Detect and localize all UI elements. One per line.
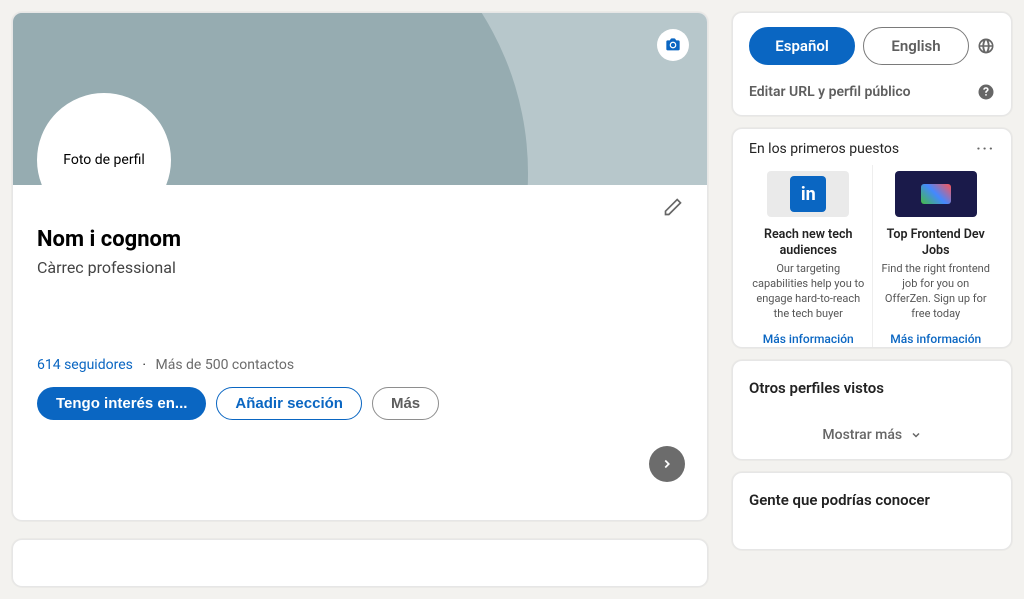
promo-desc: Our targeting capabilities help you to e… (751, 262, 866, 321)
edit-cover-button[interactable] (657, 29, 689, 61)
promo-title: Reach new tech audiences (751, 227, 866, 258)
profile-card: Foto de perfil Nom i cognom Càrrec profe… (12, 12, 708, 521)
promo-link[interactable]: Más información (890, 332, 981, 348)
lang-en-pill[interactable]: English (863, 27, 969, 65)
interest-button[interactable]: Tengo interés en... (37, 387, 206, 420)
help-icon[interactable] (977, 83, 995, 101)
carousel-next-button[interactable] (649, 446, 685, 482)
promo-title: Top Frontend Dev Jobs (879, 227, 994, 258)
contacts-text: Más de 500 contactos (156, 357, 295, 373)
show-more-button[interactable]: Mostrar más (733, 415, 1011, 459)
edit-profile-button[interactable] (659, 193, 687, 221)
promo-item[interactable]: in Reach new tech audiences Our targetin… (745, 165, 873, 348)
camera-icon (665, 37, 681, 53)
suggestions-carousel (37, 438, 683, 492)
profile-name: Nom i cognom (37, 227, 683, 252)
linkedin-icon: in (790, 176, 826, 212)
promo-desc: Find the right frontend job for you on O… (879, 262, 994, 321)
avatar-label: Foto de perfil (63, 152, 144, 168)
pencil-icon (663, 197, 683, 217)
chevron-down-icon (910, 429, 922, 441)
promo-header-text: En los primeros puestos (749, 141, 899, 157)
people-you-may-know-card: Gente que podrías conocer (732, 472, 1012, 550)
edit-url-link[interactable]: Editar URL y perfil público (749, 84, 911, 100)
profile-stats: 614 seguidores · Más de 500 contactos (37, 357, 683, 373)
promo-link[interactable]: Más información (763, 332, 854, 348)
more-button[interactable]: Más (372, 387, 439, 420)
promoted-card: En los primeros puestos ··· in Reach new… (732, 128, 1012, 348)
avatar[interactable]: Foto de perfil (37, 93, 171, 227)
globe-icon (977, 37, 995, 55)
profile-role: Càrrec professional (37, 258, 683, 277)
lang-es-pill[interactable]: Español (749, 27, 855, 65)
other-profiles-card: Otros perfiles vistos Mostrar más (732, 360, 1012, 460)
promo-thumb-linkedin: in (767, 171, 849, 217)
secondary-card (12, 539, 708, 587)
followers-link[interactable]: 614 seguidores (37, 357, 133, 373)
promo-item[interactable]: Top Frontend Dev Jobs Find the right fro… (873, 165, 1000, 348)
promo-thumb-offerzen (895, 171, 977, 217)
other-profiles-title: Otros perfiles vistos (749, 379, 995, 397)
chevron-right-icon (660, 457, 674, 471)
settings-card: Español English Editar URL y perfil públ… (732, 12, 1012, 116)
add-section-button[interactable]: Añadir sección (216, 387, 362, 420)
people-know-title: Gente que podrías conocer (749, 491, 995, 509)
promo-menu-button[interactable]: ··· (976, 141, 995, 157)
